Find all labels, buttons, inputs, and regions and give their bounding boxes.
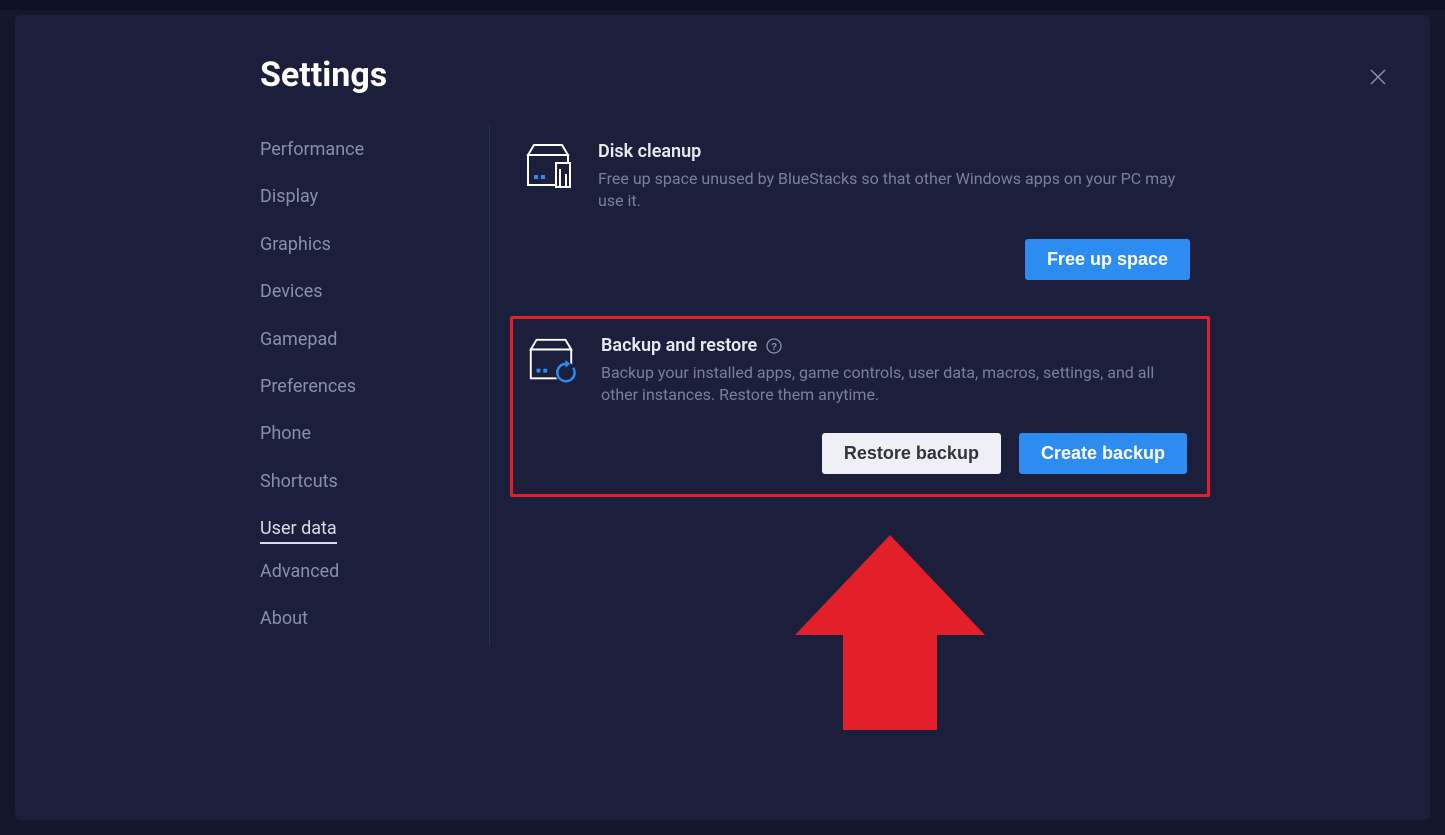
sidebar-item-display[interactable]: Display bbox=[260, 177, 318, 216]
disk-cleanup-title: Disk cleanup bbox=[598, 141, 1190, 162]
sidebar-item-about[interactable]: About bbox=[260, 599, 308, 638]
backup-restore-desc: Backup your installed apps, game control… bbox=[601, 362, 1187, 405]
titlebar-stub bbox=[0, 0, 1445, 10]
close-button[interactable] bbox=[1366, 65, 1390, 89]
settings-modal: Settings Performance Display Graphics De… bbox=[15, 15, 1430, 820]
create-backup-button[interactable]: Create backup bbox=[1019, 433, 1187, 474]
sidebar-nav: Performance Display Graphics Devices Gam… bbox=[260, 125, 490, 646]
help-icon[interactable]: ? bbox=[765, 337, 783, 355]
sidebar-item-performance[interactable]: Performance bbox=[260, 130, 364, 169]
main-panel: Disk cleanup Free up space unused by Blu… bbox=[490, 125, 1210, 646]
close-icon bbox=[1369, 68, 1387, 86]
sidebar-item-phone[interactable]: Phone bbox=[260, 414, 311, 453]
free-up-space-button[interactable]: Free up space bbox=[1025, 239, 1190, 280]
sidebar-item-preferences[interactable]: Preferences bbox=[260, 367, 356, 406]
sidebar-item-advanced[interactable]: Advanced bbox=[260, 552, 339, 591]
disk-cleanup-desc: Free up space unused by BlueStacks so th… bbox=[598, 168, 1190, 211]
backup-restore-section: Backup and restore ? Backup your install… bbox=[510, 316, 1210, 497]
sidebar-item-gamepad[interactable]: Gamepad bbox=[260, 320, 337, 359]
restore-backup-button[interactable]: Restore backup bbox=[822, 433, 1001, 474]
backup-restore-icon bbox=[525, 335, 577, 387]
disk-cleanup-section: Disk cleanup Free up space unused by Blu… bbox=[510, 125, 1210, 300]
sidebar-item-graphics[interactable]: Graphics bbox=[260, 225, 331, 264]
svg-text:?: ? bbox=[771, 342, 777, 353]
sidebar-item-shortcuts[interactable]: Shortcuts bbox=[260, 462, 338, 501]
sidebar-item-user-data[interactable]: User data bbox=[260, 509, 337, 543]
sidebar-item-devices[interactable]: Devices bbox=[260, 272, 323, 311]
disk-cleanup-icon bbox=[522, 141, 574, 191]
content-area: Performance Display Graphics Devices Gam… bbox=[15, 125, 1430, 646]
backup-restore-title: Backup and restore ? bbox=[601, 335, 1187, 356]
page-title: Settings bbox=[260, 55, 1430, 95]
backup-restore-title-text: Backup and restore bbox=[601, 335, 757, 356]
